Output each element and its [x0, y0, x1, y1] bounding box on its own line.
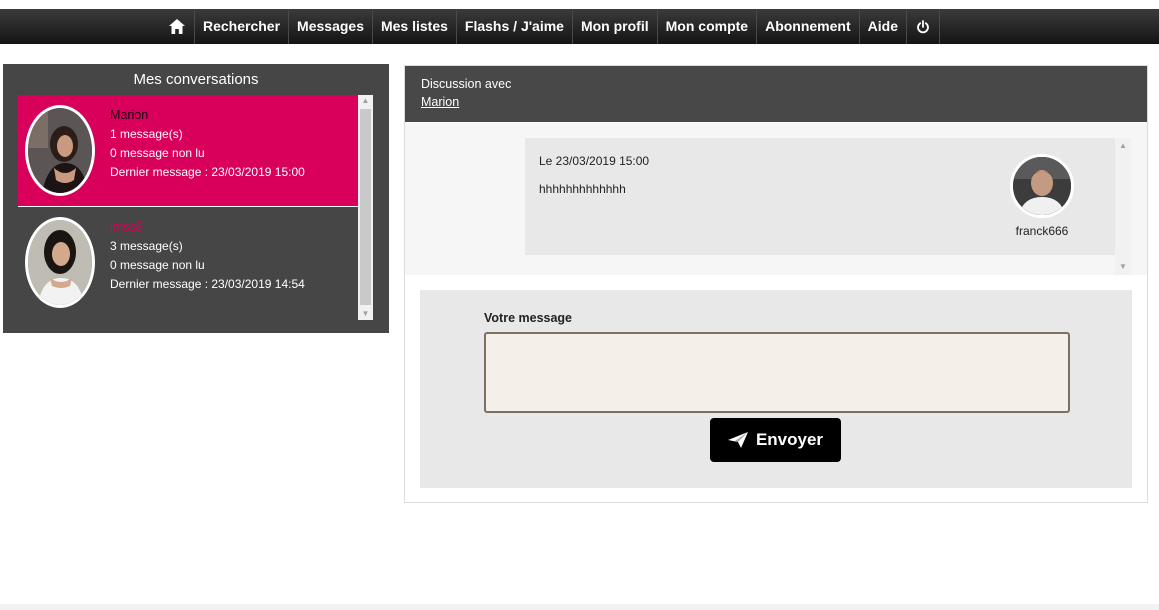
- conversation-message-count: 1 message(s): [110, 127, 183, 141]
- conversations-title: Mes conversations: [133, 71, 259, 88]
- message-text: hhhhhhhhhhhhh: [539, 182, 626, 196]
- conversation-message-count: 3 message(s): [110, 239, 183, 253]
- scroll-up-arrow-icon[interactable]: ▲: [1115, 140, 1131, 152]
- nav-home[interactable]: [160, 9, 194, 44]
- conversation-item-marion[interactable]: Marion 1 message(s) 0 message non lu Der…: [18, 95, 358, 207]
- discussion-panel: Discussion avec Marion Le 23/03/2019 15:…: [404, 65, 1148, 503]
- message-bubble: Le 23/03/2019 15:00 hhhhhhhhhhhhh franck…: [525, 138, 1115, 255]
- conversation-info: Marion 1 message(s) 0 message non lu Der…: [110, 106, 305, 182]
- conversations-panel: Mes conversations Marion 1 message(s) 0 …: [3, 64, 389, 333]
- conversation-info: lmss8 3 message(s) 0 message non lu Dern…: [110, 218, 305, 294]
- conversation-list: Marion 1 message(s) 0 message non lu Der…: [18, 95, 358, 320]
- nav-logout[interactable]: [905, 9, 940, 44]
- discussion-header: Discussion avec Marion: [405, 66, 1147, 122]
- avatar: [25, 105, 95, 196]
- conversation-list-scrollbar[interactable]: ▲ ▼: [358, 95, 373, 320]
- compose-label: Votre message: [484, 311, 573, 325]
- message-author[interactable]: franck666: [992, 224, 1092, 238]
- conversation-name: lmss8: [110, 220, 143, 234]
- conversation-unread: 0 message non lu: [110, 258, 205, 272]
- power-icon: [917, 19, 929, 33]
- nav-mon-profil[interactable]: Mon profil: [571, 9, 657, 44]
- nav-mes-listes[interactable]: Mes listes: [371, 9, 456, 44]
- avatar: [25, 217, 95, 308]
- conversation-item-lmss8[interactable]: lmss8 3 message(s) 0 message non lu Dern…: [18, 207, 358, 318]
- scroll-up-arrow-icon[interactable]: ▲: [358, 95, 373, 107]
- nav-rechercher[interactable]: Rechercher: [194, 9, 288, 44]
- conversation-name: Marion: [110, 108, 149, 122]
- discussion-partner-link[interactable]: Marion: [421, 95, 459, 109]
- compose-area: Votre message Envoyer: [420, 290, 1132, 488]
- conversation-unread: 0 message non lu: [110, 146, 205, 160]
- conversation-last-message: Dernier message : 23/03/2019 14:54: [110, 277, 305, 291]
- scroll-down-arrow-icon[interactable]: ▼: [1115, 261, 1131, 273]
- avatar[interactable]: [1010, 154, 1074, 218]
- nav-aide[interactable]: Aide: [858, 9, 906, 44]
- nav-mon-compte[interactable]: Mon compte: [656, 9, 756, 44]
- main-nav: Rechercher Messages Mes listes Flashs / …: [160, 9, 940, 44]
- discussion-label: Discussion avec: [421, 77, 512, 91]
- footer-strip: [0, 604, 1159, 610]
- send-button-label: Envoyer: [755, 430, 824, 449]
- message-date: Le 23/03/2019 15:00: [539, 154, 650, 168]
- top-navigation-bar: Rechercher Messages Mes listes Flashs / …: [0, 9, 1159, 44]
- scroll-down-arrow-icon[interactable]: ▼: [358, 308, 373, 320]
- home-icon: [169, 19, 185, 34]
- paper-plane-icon: [727, 432, 748, 448]
- message-input[interactable]: [484, 332, 1070, 413]
- conversation-last-message: Dernier message : 23/03/2019 15:00: [110, 165, 305, 179]
- nav-flashs[interactable]: Flashs / J'aime: [455, 9, 572, 44]
- message-thread: Le 23/03/2019 15:00 hhhhhhhhhhhhh franck…: [405, 123, 1147, 275]
- message-thread-scrollbar[interactable]: ▲ ▼: [1115, 138, 1131, 275]
- send-button[interactable]: Envoyer: [710, 418, 841, 462]
- nav-abonnement[interactable]: Abonnement: [756, 9, 859, 44]
- nav-messages[interactable]: Messages: [288, 9, 372, 44]
- scrollbar-thumb[interactable]: [360, 109, 371, 305]
